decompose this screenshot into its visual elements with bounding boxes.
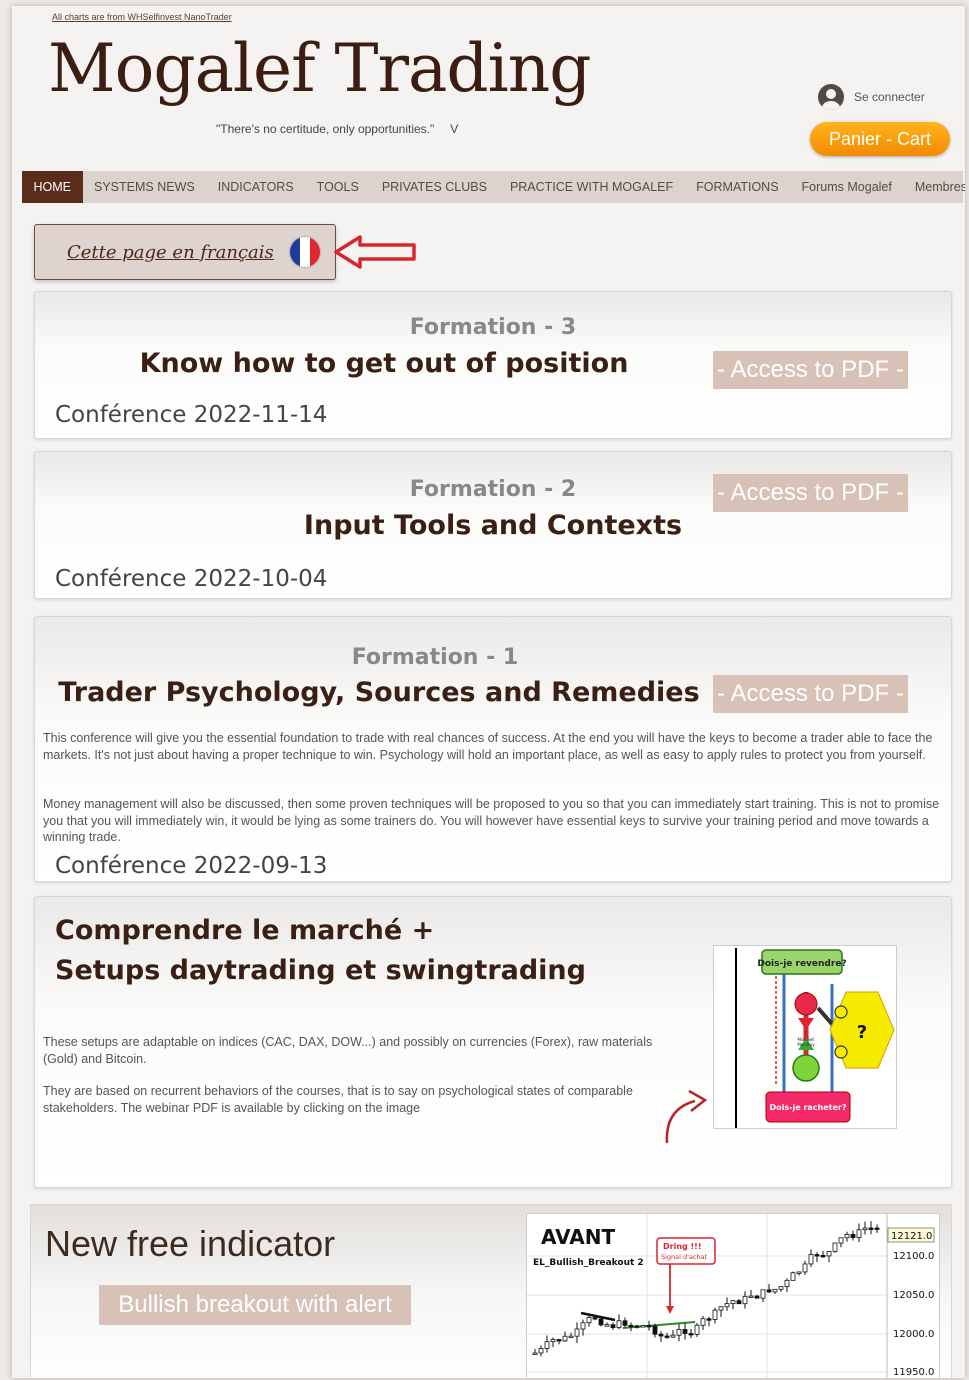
nav-item-systems-news[interactable]: SYSTEMS NEWS (83, 171, 207, 203)
conference-date: Conférence 2022-11-14 (55, 402, 328, 428)
chart-heading: AVANT (541, 1225, 615, 1249)
french-page-link[interactable]: Cette page en français (34, 224, 336, 280)
setups-card: Comprendre le marché + Setups daytrading… (34, 896, 952, 1188)
login-label: Se connecter (854, 90, 925, 104)
indicator-chart-image[interactable]: AVANT EL_Bullish_Breakout 2 Dring !!! Si… (526, 1213, 940, 1378)
formation-description-1: This conference will give you the essent… (43, 731, 933, 762)
indicator-title: New free indicator (45, 1223, 336, 1264)
tagline-suffix: V (450, 122, 459, 136)
formation-card-2: Formation - 2 Input Tools and Contexts C… (34, 451, 952, 599)
setups-description-1: These setups are adaptable on indices (C… (43, 1035, 653, 1066)
diagram-bottom-label: Dois-je racheter? (770, 1103, 847, 1112)
conference-date: Conférence 2022-09-13 (55, 853, 328, 879)
chart-last-price: 12121.0 (891, 1231, 932, 1242)
setups-description-2: They are based on recurrent behaviors of… (43, 1084, 633, 1115)
nav-item-formations[interactable]: FORMATIONS (685, 171, 790, 203)
chart-y-tick-2: 12050.0 (893, 1290, 934, 1301)
nav-item-membres[interactable]: Membres (903, 171, 965, 203)
chart-series-label: EL_Bullish_Breakout 2 (533, 1258, 644, 1268)
nav-item-home[interactable]: HOME (22, 171, 83, 203)
bullish-breakout-button[interactable]: Bullish breakout with alert (99, 1285, 411, 1325)
charts-credit-link[interactable]: All charts are from WHSelfinvest NanoTra… (52, 12, 232, 22)
chart-y-tick-3: 12000.0 (893, 1329, 934, 1340)
setups-title-line2: Setups daytrading et swingtrading (55, 955, 586, 986)
diagram-top-label: Dois-je revendre? (757, 959, 846, 969)
curved-arrow-icon (665, 1089, 708, 1144)
conference-date: Conférence 2022-10-04 (55, 566, 328, 592)
nav-item-tools[interactable]: TOOLS (305, 171, 370, 203)
login-link[interactable]: Se connecter (818, 84, 925, 110)
french-link-label: Cette page en français (67, 241, 274, 263)
site-logo[interactable]: Mogalef Trading (48, 30, 592, 107)
tagline-text: "There's no certitude, only opportunitie… (216, 122, 435, 136)
main-nav: HOME SYSTEMS NEWS INDICATORS TOOLS PRIVA… (22, 171, 965, 203)
nav-item-indicators[interactable]: INDICATORS (206, 171, 305, 203)
free-indicator-card: New free indicator Bullish breakout with… (30, 1204, 952, 1378)
french-flag-icon (290, 237, 320, 267)
cart-button[interactable]: Panier - Cart (810, 122, 950, 156)
user-icon (818, 84, 844, 110)
formation-card-1: Formation - 1 Trader Psychology, Sources… (34, 616, 952, 882)
diagram-mid-label-2: Mon Buy (797, 1042, 815, 1047)
setups-title-line1: Comprendre le marché + (55, 915, 435, 946)
access-pdf-button[interactable]: - Access to PDF - (713, 351, 908, 389)
chart-alert-line1: Dring !!! (663, 1242, 701, 1251)
formation-title: Input Tools and Contexts (303, 510, 683, 541)
formation-description-2: Money management will also be discussed,… (43, 797, 940, 844)
access-pdf-button[interactable]: - Access to PDF - (713, 474, 908, 512)
access-pdf-button[interactable]: - Access to PDF - (713, 675, 908, 713)
chart-alert-line2: Signal d'achat (661, 1253, 708, 1261)
tagline: "There's no certitude, only opportunitie… (216, 122, 458, 136)
nav-item-forums[interactable]: Forums Mogalef (790, 171, 903, 203)
formation-card-3: Formation - 3 Know how to get out of pos… (34, 291, 952, 439)
formation-number: Formation - 1 (351, 645, 519, 670)
diagram-question-mark: ? (857, 1022, 867, 1043)
chart-y-tick-1: 12100.0 (893, 1251, 934, 1262)
setups-diagram-image[interactable]: Dois-je revendre? Mon Sell Mon Buy ? Doi… (713, 945, 897, 1129)
formation-number: Formation - 3 (409, 315, 577, 340)
chart-y-tick-4: 11950.0 (893, 1367, 934, 1378)
nav-item-practice[interactable]: PRACTICE WITH MOGALEF (498, 171, 684, 203)
pointer-arrow-icon (334, 235, 416, 269)
page: All charts are from WHSelfinvest NanoTra… (12, 6, 965, 1378)
nav-item-privates-clubs[interactable]: PRIVATES CLUBS (370, 171, 498, 203)
